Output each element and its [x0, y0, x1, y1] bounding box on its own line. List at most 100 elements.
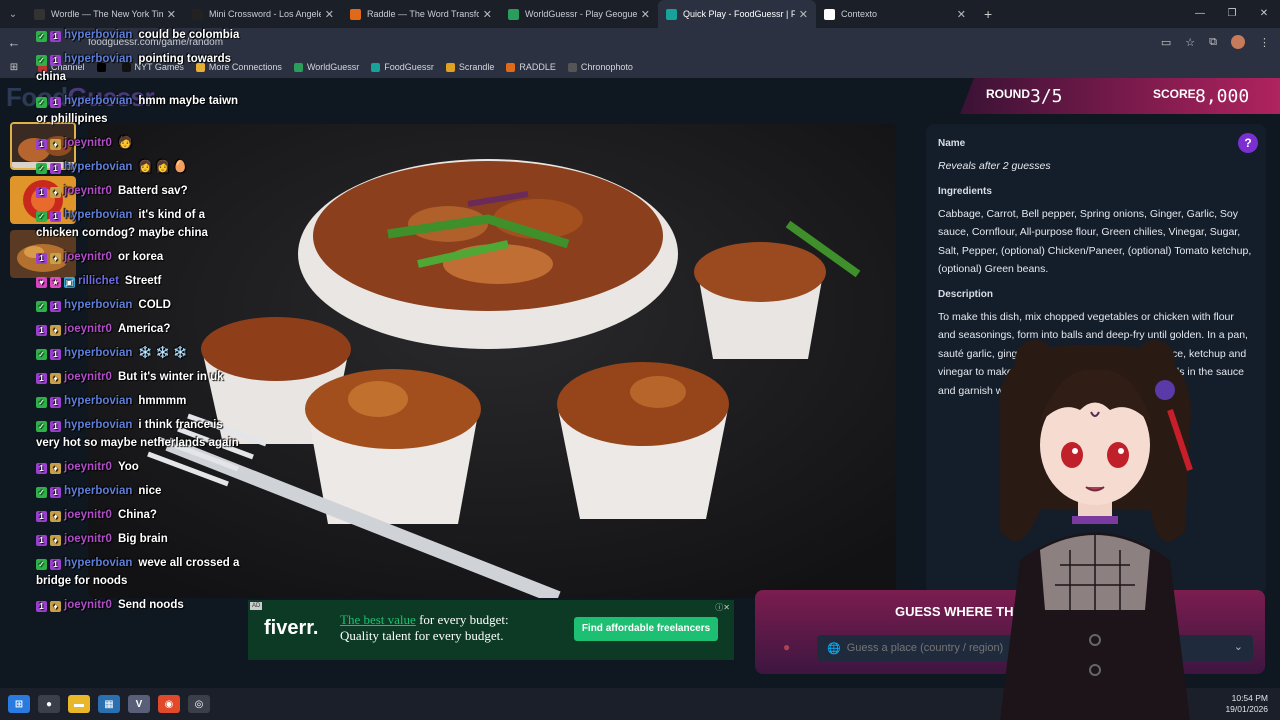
- menu-icon[interactable]: ⋮: [1259, 36, 1270, 49]
- chat-text: nice: [138, 485, 162, 497]
- chat-username[interactable]: joeynitr0: [64, 371, 112, 383]
- bookmark-label: Chronophoto: [580, 62, 633, 72]
- app-icon-1[interactable]: ●: [38, 695, 60, 713]
- ad-line2: Quality talent for every budget.: [340, 628, 504, 643]
- tab-close-icon[interactable]: ✕: [483, 8, 492, 21]
- back-icon[interactable]: ←: [0, 35, 28, 50]
- ad-cta-button[interactable]: Find affordable freelancers: [574, 617, 718, 641]
- bookmark-star-icon[interactable]: ☆: [1185, 36, 1195, 49]
- globe-icon: 🌐: [827, 642, 841, 655]
- chat-username[interactable]: hyperbovian: [64, 299, 132, 311]
- cast-icon[interactable]: ▭: [1161, 36, 1171, 49]
- tab-close-icon[interactable]: ✕: [957, 8, 966, 21]
- chat-username[interactable]: hyperbovian: [64, 29, 132, 41]
- chat-username[interactable]: joeynitr0: [64, 461, 112, 473]
- obs-icon[interactable]: ◎: [188, 695, 210, 713]
- verified-badge-icon: ✓: [36, 421, 47, 432]
- worldguessr-icon: [508, 8, 519, 20]
- chat-username[interactable]: hyperbovian: [64, 485, 132, 497]
- chat-username[interactable]: hyperbovian: [64, 557, 132, 569]
- chat-username[interactable]: hyperbovian: [64, 395, 132, 407]
- chat-text: 👩 👩 🥚: [138, 161, 188, 173]
- ingredients-text: Cabbage, Carrot, Bell pepper, Spring oni…: [938, 207, 1252, 276]
- nyt-icon: [34, 8, 45, 20]
- sub-months-badge-icon: 1: [50, 163, 61, 174]
- verified-badge-icon: ✓: [36, 163, 47, 174]
- photos-icon[interactable]: ▦: [98, 695, 120, 713]
- chat-message: ♥ ★ ▣ rillichet Streetf: [36, 272, 246, 290]
- chat-username[interactable]: hyperbovian: [64, 347, 132, 359]
- chat-username[interactable]: rillichet: [78, 275, 119, 287]
- profile-avatar[interactable]: [1231, 35, 1245, 49]
- file-explorer-icon[interactable]: ▬: [68, 695, 90, 713]
- tab-search-icon[interactable]: ⌄: [0, 0, 26, 28]
- bookmark-item[interactable]: Chronophoto: [567, 62, 633, 72]
- chat-username[interactable]: joeynitr0: [64, 323, 112, 335]
- windows-start-icon[interactable]: ⊞: [8, 695, 30, 713]
- score-value: 8,000: [1195, 86, 1250, 107]
- window-controls: — ❐ ✕: [1184, 0, 1280, 28]
- fiverr-ad-banner[interactable]: AD ⓘ✕ fiverr. The best value for every b…: [248, 600, 734, 660]
- tab-title: Wordle — The New York Times: [51, 9, 163, 19]
- chat-username[interactable]: joeynitr0: [64, 599, 112, 611]
- bookmark-item[interactable]: FoodGuessr: [371, 62, 434, 72]
- subscriber-badge-icon: ♦: [50, 253, 61, 264]
- browser-tab[interactable]: Quick Play - FoodGuessr | Food ✕: [658, 0, 816, 28]
- tab-close-icon[interactable]: ✕: [799, 8, 808, 21]
- new-tab-icon[interactable]: +: [984, 6, 992, 22]
- browser-tab[interactable]: Mini Crossword - Los Angeles Times ✕: [184, 0, 342, 28]
- bookmark-favicon-icon: [567, 62, 577, 72]
- verified-badge-icon: ✓: [36, 31, 47, 42]
- tab-title: Quick Play - FoodGuessr | Food: [683, 9, 795, 19]
- ad-close-icon[interactable]: ⓘ✕: [715, 602, 730, 613]
- help-icon[interactable]: ?: [1238, 133, 1258, 153]
- chat-username[interactable]: joeynitr0: [64, 533, 112, 545]
- bookmark-item[interactable]: RADDLE: [506, 62, 556, 72]
- chat-username[interactable]: joeynitr0: [64, 251, 112, 263]
- bookmark-item[interactable]: WorldGuessr: [293, 62, 360, 72]
- chat-username[interactable]: hyperbovian: [64, 161, 132, 173]
- system-clock[interactable]: 10:54 PM 19/01/2026: [1225, 693, 1268, 715]
- chat-message: 1 ♦ joeynitr0 America?: [36, 320, 246, 338]
- tab-close-icon[interactable]: ✕: [167, 8, 176, 21]
- tab-close-icon[interactable]: ✕: [641, 8, 650, 21]
- tab-close-icon[interactable]: ✕: [325, 8, 334, 21]
- chat-message: 1 ♦ joeynitr0 China?: [36, 506, 246, 524]
- contexto-icon: [824, 8, 835, 20]
- pin-icon: ●: [783, 640, 791, 654]
- sub-months-badge-icon: 1: [50, 55, 61, 66]
- browser-tab[interactable]: Contexto ✕: [816, 0, 974, 28]
- chat-username[interactable]: joeynitr0: [64, 185, 112, 197]
- chrome-icon[interactable]: ◉: [158, 695, 180, 713]
- browser-tab[interactable]: Raddle — The Word Transformation ✕: [342, 0, 500, 28]
- chat-username[interactable]: joeynitr0: [64, 509, 112, 521]
- bookmark-item[interactable]: Scrandle: [445, 62, 494, 72]
- sub-months-badge-icon: 1: [36, 373, 47, 384]
- browser-tab[interactable]: Wordle — The New York Times ✕: [26, 0, 184, 28]
- toolbar-icons: ▭ ☆ ⧉ ⋮: [1161, 28, 1270, 56]
- extensions-icon[interactable]: ⧉: [1209, 36, 1217, 49]
- close-window-icon[interactable]: ✕: [1248, 0, 1280, 28]
- vscode-icon[interactable]: V: [128, 695, 150, 713]
- chat-message: 1 ♦ joeynitr0 🧑: [36, 134, 246, 152]
- chat-username[interactable]: hyperbovian: [64, 53, 132, 65]
- minimize-icon[interactable]: —: [1184, 0, 1216, 28]
- sub-months-badge-icon: 1: [50, 559, 61, 570]
- subscriber-badge-icon: ♦: [50, 601, 61, 612]
- chat-username[interactable]: hyperbovian: [64, 95, 132, 107]
- chat-message: ✓ 1 hyperbovian nice: [36, 482, 246, 500]
- subscriber-badge-icon: ♦: [50, 535, 61, 546]
- chat-username[interactable]: hyperbovian: [64, 419, 132, 431]
- browser-tab[interactable]: WorldGuessr - Play Geoguessr ✕: [500, 0, 658, 28]
- chat-username[interactable]: joeynitr0: [64, 137, 112, 149]
- chat-text: could be colombia: [138, 29, 240, 41]
- apps-grid-icon[interactable]: ⊞: [0, 62, 28, 73]
- chevron-down-icon[interactable]: ⌄: [1234, 640, 1243, 653]
- chat-username[interactable]: hyperbovian: [64, 209, 132, 221]
- restore-icon[interactable]: ❐: [1216, 0, 1248, 28]
- bookmark-label: WorldGuessr: [306, 62, 360, 72]
- verified-badge-icon: ✓: [36, 397, 47, 408]
- bookmark-favicon-icon: [293, 62, 303, 72]
- chat-message: ✓ 1 hyperbovian COLD: [36, 296, 246, 314]
- chat-message: 1 ♦ joeynitr0 Yoo: [36, 458, 246, 476]
